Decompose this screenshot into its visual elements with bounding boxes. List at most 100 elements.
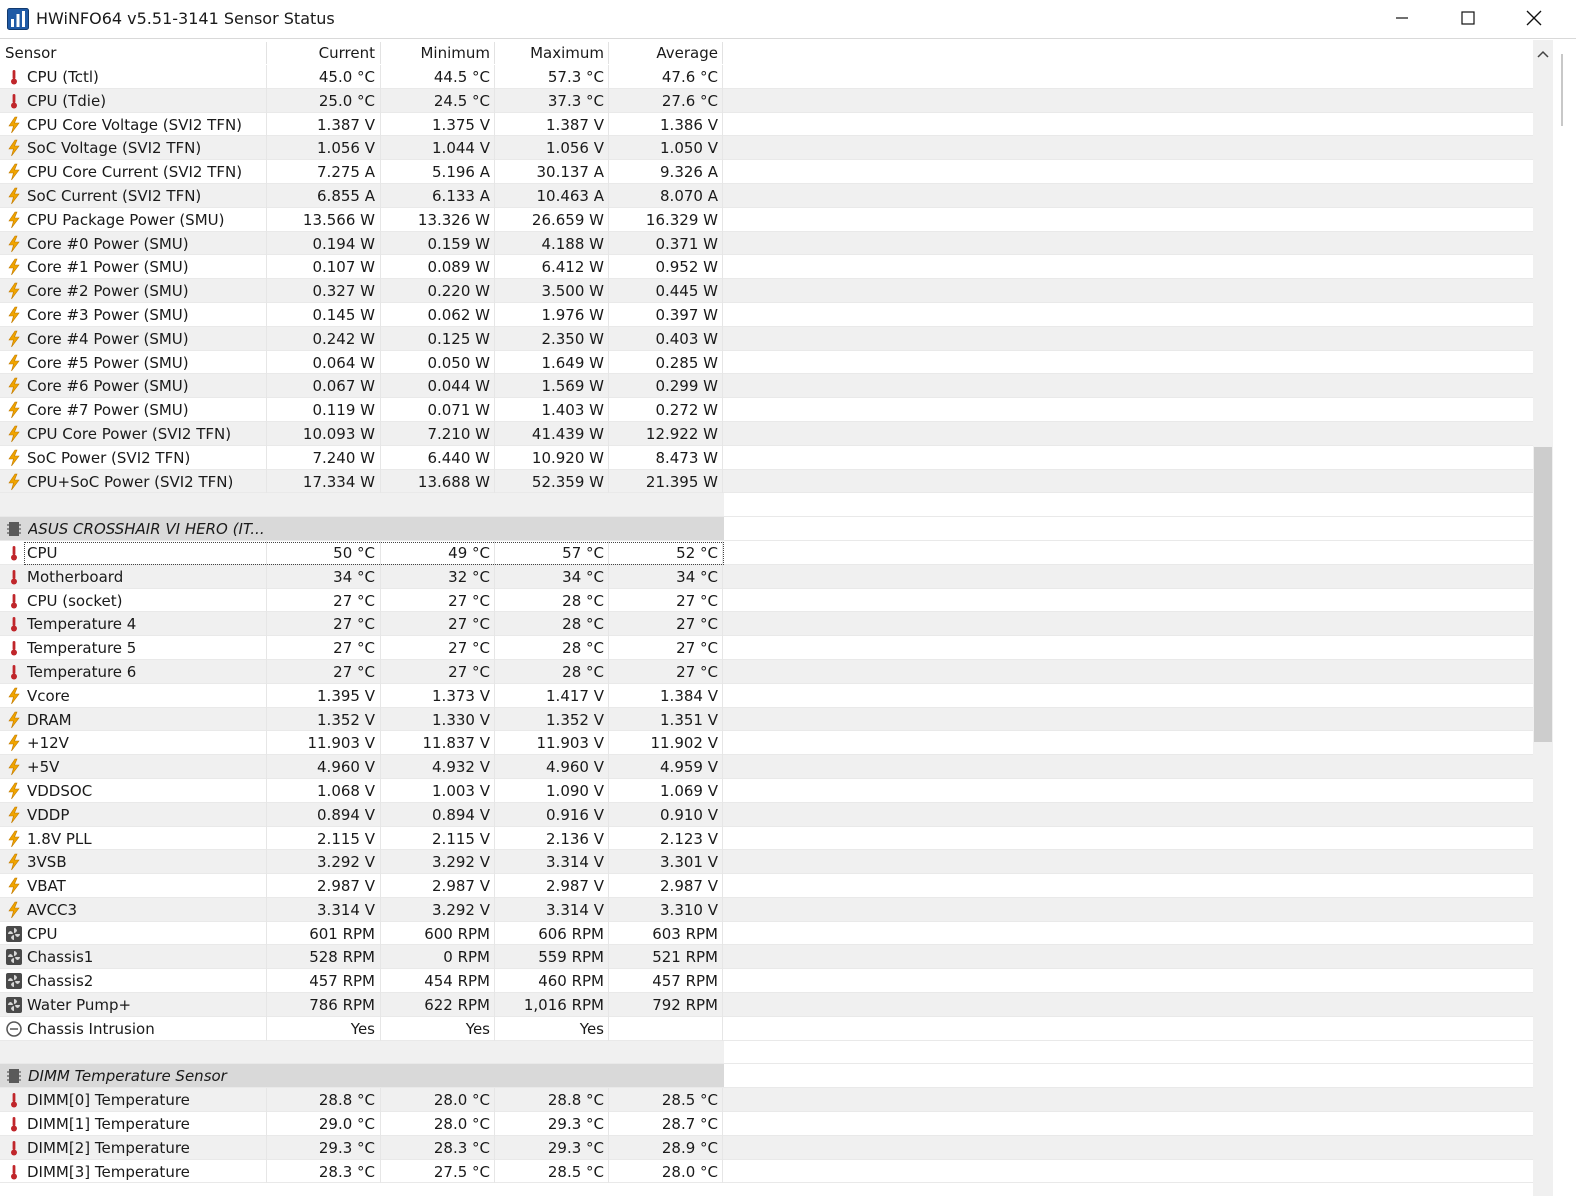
- column-divider[interactable]: [380, 42, 381, 64]
- sensor-name: CPU: [27, 924, 58, 943]
- cell-divider: [266, 207, 267, 232]
- vertical-scrollbar[interactable]: [1533, 40, 1553, 1196]
- scroll-thumb[interactable]: [1534, 447, 1552, 742]
- sensor-row[interactable]: CPU 601 RPM 600 RPM 606 RPM 603 RPM: [0, 921, 1540, 946]
- sensor-row[interactable]: DRAM 1.352 V 1.330 V 1.352 V 1.351 V: [0, 707, 1540, 732]
- sensor-average-value: 3.310 V: [660, 900, 718, 919]
- column-header-minimum[interactable]: Minimum: [382, 40, 490, 65]
- cell-divider: [608, 65, 609, 89]
- maximize-button[interactable]: [1438, 0, 1498, 36]
- sensor-average-value: 2.987 V: [660, 877, 718, 896]
- sensor-row[interactable]: Core #7 Power (SMU) 0.119 W 0.071 W 1.403 W…: [0, 398, 1540, 422]
- sensor-row[interactable]: CPU 50 °C 49 °C 57 °C 52 °C: [0, 540, 1540, 565]
- sensor-row[interactable]: Core #2 Power (SMU) 0.327 W 0.220 W 3.500 W…: [0, 279, 1540, 303]
- sensor-row[interactable]: Core #5 Power (SMU) 0.064 W 0.050 W 1.649 W…: [0, 350, 1540, 375]
- column-header-sensor[interactable]: Sensor: [5, 40, 255, 65]
- sensor-group-header[interactable]: ASUS CROSSHAIR VI HERO (IT...: [0, 517, 1540, 541]
- sensor-row[interactable]: Temperature 4 27 °C 27 °C 28 °C 27 °C: [0, 612, 1540, 637]
- sensor-row[interactable]: Temperature 6 27 °C 27 °C 28 °C 27 °C: [0, 659, 1540, 684]
- sensor-minimum-value: 7.210 W: [427, 424, 490, 443]
- lightning-icon: [5, 163, 23, 181]
- sensor-row[interactable]: SoC Voltage (SVI2 TFN) 1.056 V 1.044 V 1.05…: [0, 136, 1540, 161]
- minimize-button[interactable]: [1372, 0, 1432, 36]
- sensor-name: Temperature 6: [27, 662, 137, 681]
- sensor-maximum-value: 4.188 W: [541, 234, 604, 253]
- sensor-group-header[interactable]: DIMM Temperature Sensor: [0, 1064, 1540, 1089]
- sensor-row[interactable]: DIMM[2] Temperature 29.3 °C 28.3 °C 29.3 °C…: [0, 1135, 1540, 1160]
- sensor-row[interactable]: CPU Core Power (SVI2 TFN) 10.093 W 7.210 W…: [0, 421, 1540, 446]
- sensor-row[interactable]: Core #1 Power (SMU) 0.107 W 0.089 W 6.412 W…: [0, 255, 1540, 280]
- sensor-row[interactable]: Core #3 Power (SMU) 0.145 W 0.062 W 1.976 W…: [0, 302, 1540, 327]
- cell-divider: [494, 1159, 495, 1184]
- column-header-current[interactable]: Current: [268, 40, 375, 65]
- sensor-row[interactable]: Core #6 Power (SMU) 0.067 W 0.044 W 1.569 W…: [0, 374, 1540, 399]
- sensor-name: Chassis Intrusion: [27, 1019, 155, 1038]
- sensor-row[interactable]: SoC Power (SVI2 TFN) 7.240 W 6.440 W 10.920…: [0, 445, 1540, 470]
- sensor-name: +12V: [27, 734, 69, 753]
- sensor-row[interactable]: Temperature 5 27 °C 27 °C 28 °C 27 °C: [0, 636, 1540, 660]
- cell-divider: [722, 1159, 723, 1184]
- column-divider[interactable]: [266, 42, 267, 64]
- sensor-row[interactable]: Vcore 1.395 V 1.373 V 1.417 V 1.384 V: [0, 683, 1540, 708]
- column-divider[interactable]: [608, 42, 609, 64]
- sensor-name: VDDSOC: [27, 781, 93, 800]
- cell-divider: [608, 802, 609, 827]
- cell-divider: [494, 1016, 495, 1041]
- sensor-row[interactable]: CPU+SoC Power (SVI2 TFN) 17.334 W 13.688 W…: [0, 469, 1540, 494]
- sensor-row[interactable]: DIMM[0] Temperature 28.8 °C 28.0 °C 28.8 °C…: [0, 1088, 1540, 1113]
- column-header-average[interactable]: Average: [610, 40, 718, 65]
- sensor-row[interactable]: CPU Package Power (SMU) 13.566 W 13.326 W 2…: [0, 207, 1540, 232]
- sensor-row[interactable]: 1.8V PLL 2.115 V 2.115 V 2.136 V 2.123 V: [0, 826, 1540, 851]
- sensor-row[interactable]: +5V 4.960 V 4.932 V 4.960 V 4.959 V: [0, 755, 1540, 779]
- column-divider[interactable]: [494, 42, 495, 64]
- sensor-name: CPU+SoC Power (SVI2 TFN): [27, 472, 234, 491]
- sensor-row[interactable]: Core #4 Power (SMU) 0.242 W 0.125 W 2.350 W…: [0, 326, 1540, 351]
- cell-divider: [608, 850, 609, 875]
- sensor-row[interactable]: CPU Core Current (SVI2 TFN) 7.275 A 5.196 …: [0, 160, 1540, 184]
- cell-divider: [266, 850, 267, 875]
- sensor-row[interactable]: SoC Current (SVI2 TFN) 6.855 A 6.133 A 10.4…: [0, 183, 1540, 208]
- sensor-maximum-value: 1.649 W: [541, 353, 604, 372]
- sensor-row[interactable]: Core #0 Power (SMU) 0.194 W 0.159 W 4.188 W…: [0, 231, 1540, 256]
- sensor-row[interactable]: CPU (socket) 27 °C 27 °C 28 °C 27 °C: [0, 588, 1540, 613]
- cell-divider: [494, 921, 495, 946]
- sensor-row[interactable]: Motherboard 34 °C 32 °C 34 °C 34 °C: [0, 564, 1540, 589]
- sensor-row[interactable]: AVCC3 3.314 V 3.292 V 3.314 V 3.310 V: [0, 897, 1540, 922]
- sensor-row[interactable]: DIMM[3] Temperature 28.3 °C 27.5 °C 28.5 °C…: [0, 1159, 1540, 1184]
- close-button[interactable]: [1504, 0, 1564, 36]
- sensor-row[interactable]: CPU (Tctl) 45.0 °C 44.5 °C 57.3 °C 47.6 °C: [0, 65, 1540, 89]
- sensor-average-value: 0.445 W: [655, 282, 718, 301]
- cell-divider: [494, 183, 495, 208]
- cell-divider: [608, 755, 609, 779]
- sensor-row[interactable]: DIMM[1] Temperature 29.0 °C 28.0 °C 29.3 °C…: [0, 1112, 1540, 1136]
- sensor-row[interactable]: VBAT 2.987 V 2.987 V 2.987 V 2.987 V: [0, 874, 1540, 898]
- sensor-row[interactable]: Chassis Intrusion Yes Yes Yes: [0, 1016, 1540, 1041]
- column-header-maximum[interactable]: Maximum: [496, 40, 604, 65]
- sensor-minimum-value: 28.0 °C: [433, 1091, 490, 1110]
- sensor-row[interactable]: VDDSOC 1.068 V 1.003 V 1.090 V 1.069 V: [0, 778, 1540, 803]
- cell-divider: [608, 326, 609, 351]
- cell-divider: [380, 1135, 381, 1160]
- sensor-row[interactable]: +12V 11.903 V 11.837 V 11.903 V 11.902 V: [0, 731, 1540, 756]
- sensor-row[interactable]: VDDP 0.894 V 0.894 V 0.916 V 0.910 V: [0, 802, 1540, 827]
- sensor-row[interactable]: CPU (Tdie) 25.0 °C 24.5 °C 37.3 °C 27.6 °C: [0, 88, 1540, 113]
- cell-divider: [380, 778, 381, 803]
- cell-divider: [722, 850, 723, 875]
- cell-divider: [608, 1112, 609, 1136]
- cell-divider: [722, 183, 723, 208]
- sensor-row[interactable]: CPU Core Voltage (SVI2 TFN) 1.387 V 1.375 …: [0, 112, 1540, 137]
- sensor-row[interactable]: Water Pump+ 786 RPM 622 RPM 1,016 RPM 792 RP…: [0, 993, 1540, 1017]
- scroll-up-button[interactable]: [1533, 40, 1553, 68]
- sensor-row[interactable]: Chassis2 457 RPM 454 RPM 460 RPM 457 RPM: [0, 969, 1540, 994]
- cell-divider: [722, 564, 723, 589]
- sensor-name: CPU (Tdie): [27, 91, 107, 110]
- sensor-row[interactable]: 3VSB 3.292 V 3.292 V 3.314 V 3.301 V: [0, 850, 1540, 875]
- cell-divider: [608, 469, 609, 494]
- sensor-row[interactable]: Chassis1 528 RPM 0 RPM 559 RPM 521 RPM: [0, 945, 1540, 970]
- sensor-current-value: 4.960 V: [317, 758, 375, 777]
- lightning-icon: [5, 306, 23, 324]
- sensor-current-value: 601 RPM: [309, 924, 375, 943]
- column-divider[interactable]: [722, 42, 723, 64]
- sensor-minimum-value: 1.375 V: [432, 115, 490, 134]
- sensor-current-value: 10.093 W: [302, 424, 375, 443]
